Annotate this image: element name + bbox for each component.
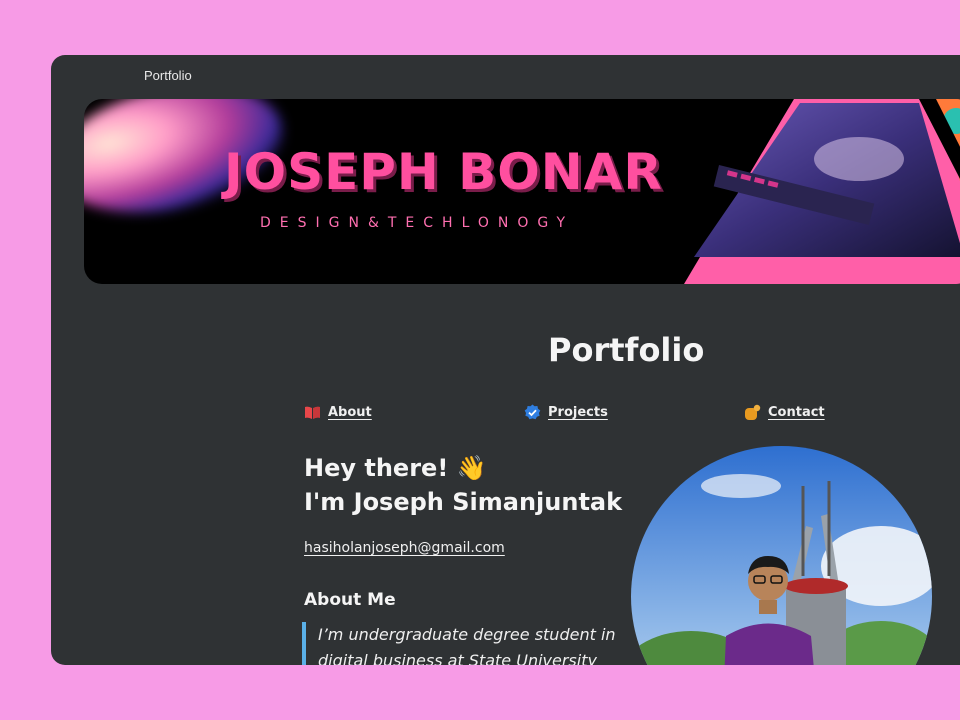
verified-badge-icon <box>524 404 541 420</box>
email-link[interactable]: hasiholanjoseph@gmail.com <box>304 540 505 556</box>
app-window: Portfolio JOSEPH BONAR DESIGN&TECHLONOGY <box>51 55 960 665</box>
header-banner: JOSEPH BONAR DESIGN&TECHLONOGY <box>84 99 960 284</box>
window-title: Portfolio <box>144 68 192 83</box>
greeting-line-1: Hey there! <box>304 454 449 482</box>
nav-label-about: About <box>328 405 372 420</box>
about-quote: I’m undergraduate degree student in digi… <box>302 622 638 665</box>
nav-link-contact[interactable]: Contact <box>744 404 825 421</box>
about-heading: About Me <box>304 590 396 610</box>
contact-icon <box>745 404 761 420</box>
greeting-heading: Hey there! 👋 I'm Joseph Simanjuntak <box>304 451 622 519</box>
nav-label-projects: Projects <box>548 405 608 420</box>
banner-subtitle: DESIGN&TECHLONOGY <box>260 215 575 231</box>
nav-link-about[interactable]: About <box>304 404 372 421</box>
wave-icon: 👋 <box>456 454 487 482</box>
nav-label-contact: Contact <box>768 405 825 420</box>
page-title: Portfolio <box>548 331 705 369</box>
nav-link-projects[interactable]: Projects <box>524 404 608 421</box>
greeting-line-2: I'm Joseph Simanjuntak <box>304 488 623 516</box>
book-icon <box>305 406 320 419</box>
banner-artwork <box>684 99 960 284</box>
profile-photo <box>631 446 932 665</box>
banner-name: JOSEPH BONAR <box>224 143 663 201</box>
